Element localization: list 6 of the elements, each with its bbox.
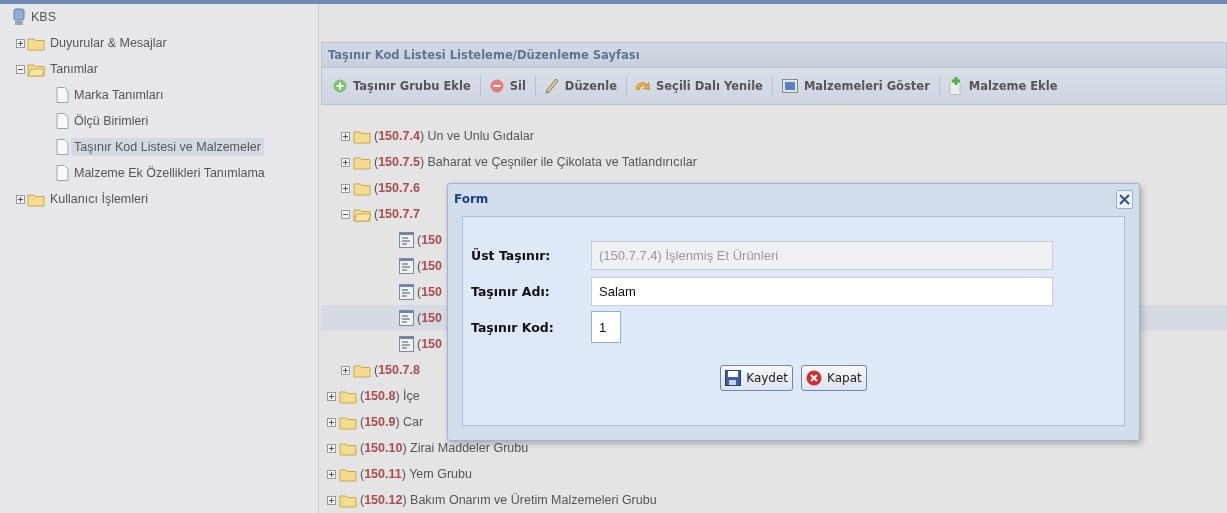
field-label: Üst Taşınır: [471, 247, 552, 263]
field-label: Taşınır Adı: [471, 283, 551, 299]
panel-title: Taşınır Kod Listesi Listeleme/Düzenleme Sayfası [328, 47, 640, 62]
dialog-title: Form [454, 192, 489, 206]
field-label: Taşınır Kod: [471, 319, 555, 335]
tree-root-label: KBS [30, 9, 57, 26]
